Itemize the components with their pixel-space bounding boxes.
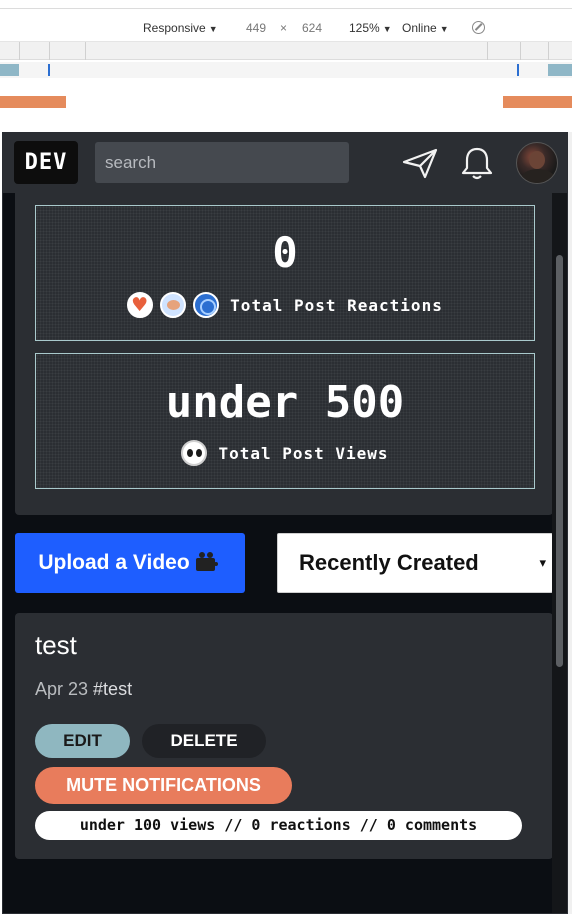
video-camera-icon — [195, 552, 222, 572]
post-card: test Apr 23 #test EDIT DELETE MUTE NOTIFI… — [15, 613, 553, 859]
zoom-select[interactable]: 125% ▼ — [349, 20, 392, 37]
search-input[interactable] — [95, 142, 349, 183]
post-meta: Apr 23 #test — [35, 677, 132, 701]
min-width-ruler — [0, 96, 572, 108]
navbar: DEV — [3, 133, 567, 193]
viewport-height-input[interactable]: 624 — [302, 20, 322, 36]
toolbar-divider — [0, 8, 572, 9]
avatar[interactable] — [516, 142, 558, 184]
post-date: Apr 23 — [35, 679, 89, 699]
heart-emoji-icon — [127, 292, 154, 318]
reactions-label: Total Post Reactions — [230, 295, 443, 315]
breakpoint-ruler — [0, 62, 572, 78]
dev-logo[interactable]: DEV — [14, 141, 78, 184]
device-viewport: DEV 0 Total Post Reactions under 500 Tot… — [2, 132, 568, 914]
reactions-caption: Total Post Reactions — [36, 292, 534, 318]
sort-selected-value: Recently Created — [299, 550, 479, 575]
upload-video-label: Upload a Video — [38, 551, 190, 574]
throttle-select[interactable]: Online ▼ — [402, 20, 449, 37]
page-edge — [568, 132, 572, 914]
device-label: Responsive — [143, 21, 206, 35]
upload-video-button[interactable]: Upload a Video — [15, 533, 245, 593]
sort-select[interactable]: Recently Created ▾ — [277, 533, 553, 593]
unicorn-emoji-icon — [160, 292, 187, 318]
device-select[interactable]: Responsive ▼ — [143, 20, 218, 37]
views-label: Total Post Views — [218, 443, 389, 463]
chevron-down-icon: ▼ — [382, 24, 392, 34]
media-query-ruler — [0, 42, 572, 60]
post-tag[interactable]: #test — [93, 679, 132, 699]
send-icon[interactable] — [401, 145, 439, 181]
dashboard-stats-panel: 0 Total Post Reactions under 500 Total P… — [15, 193, 553, 515]
throttle-label: Online — [402, 21, 437, 35]
saved-emoji-icon — [193, 292, 220, 318]
scrollbar[interactable] — [552, 193, 567, 913]
bell-icon[interactable] — [458, 145, 496, 181]
post-stats-badge: under 100 views // 0 reactions // 0 comm… — [35, 811, 522, 840]
viewport-width-input[interactable]: 449 — [246, 20, 266, 36]
chevron-down-icon: ▼ — [439, 24, 449, 34]
reactions-stat-box: 0 Total Post Reactions — [35, 205, 535, 341]
views-stat-box: under 500 Total Post Views — [35, 353, 535, 489]
chevron-down-icon: ▾ — [539, 555, 546, 570]
mute-notifications-button[interactable]: MUTE NOTIFICATIONS — [35, 767, 292, 804]
rotate-icon[interactable] — [472, 21, 485, 34]
views-caption: Total Post Views — [36, 440, 534, 466]
chevron-down-icon: ▼ — [208, 24, 218, 34]
eyes-emoji-icon — [181, 440, 208, 466]
edit-button[interactable]: EDIT — [35, 724, 130, 758]
reactions-count: 0 — [272, 228, 298, 277]
views-count: under 500 — [165, 377, 405, 428]
post-title[interactable]: test — [35, 629, 77, 661]
zoom-label: 125% — [349, 21, 380, 35]
scrollbar-thumb[interactable] — [556, 255, 563, 667]
delete-button[interactable]: DELETE — [142, 724, 266, 758]
devtools-toolbar: Responsive ▼ 449 × 624 125% ▼ Online ▼ — [0, 0, 572, 42]
dimension-separator: × — [280, 21, 288, 35]
